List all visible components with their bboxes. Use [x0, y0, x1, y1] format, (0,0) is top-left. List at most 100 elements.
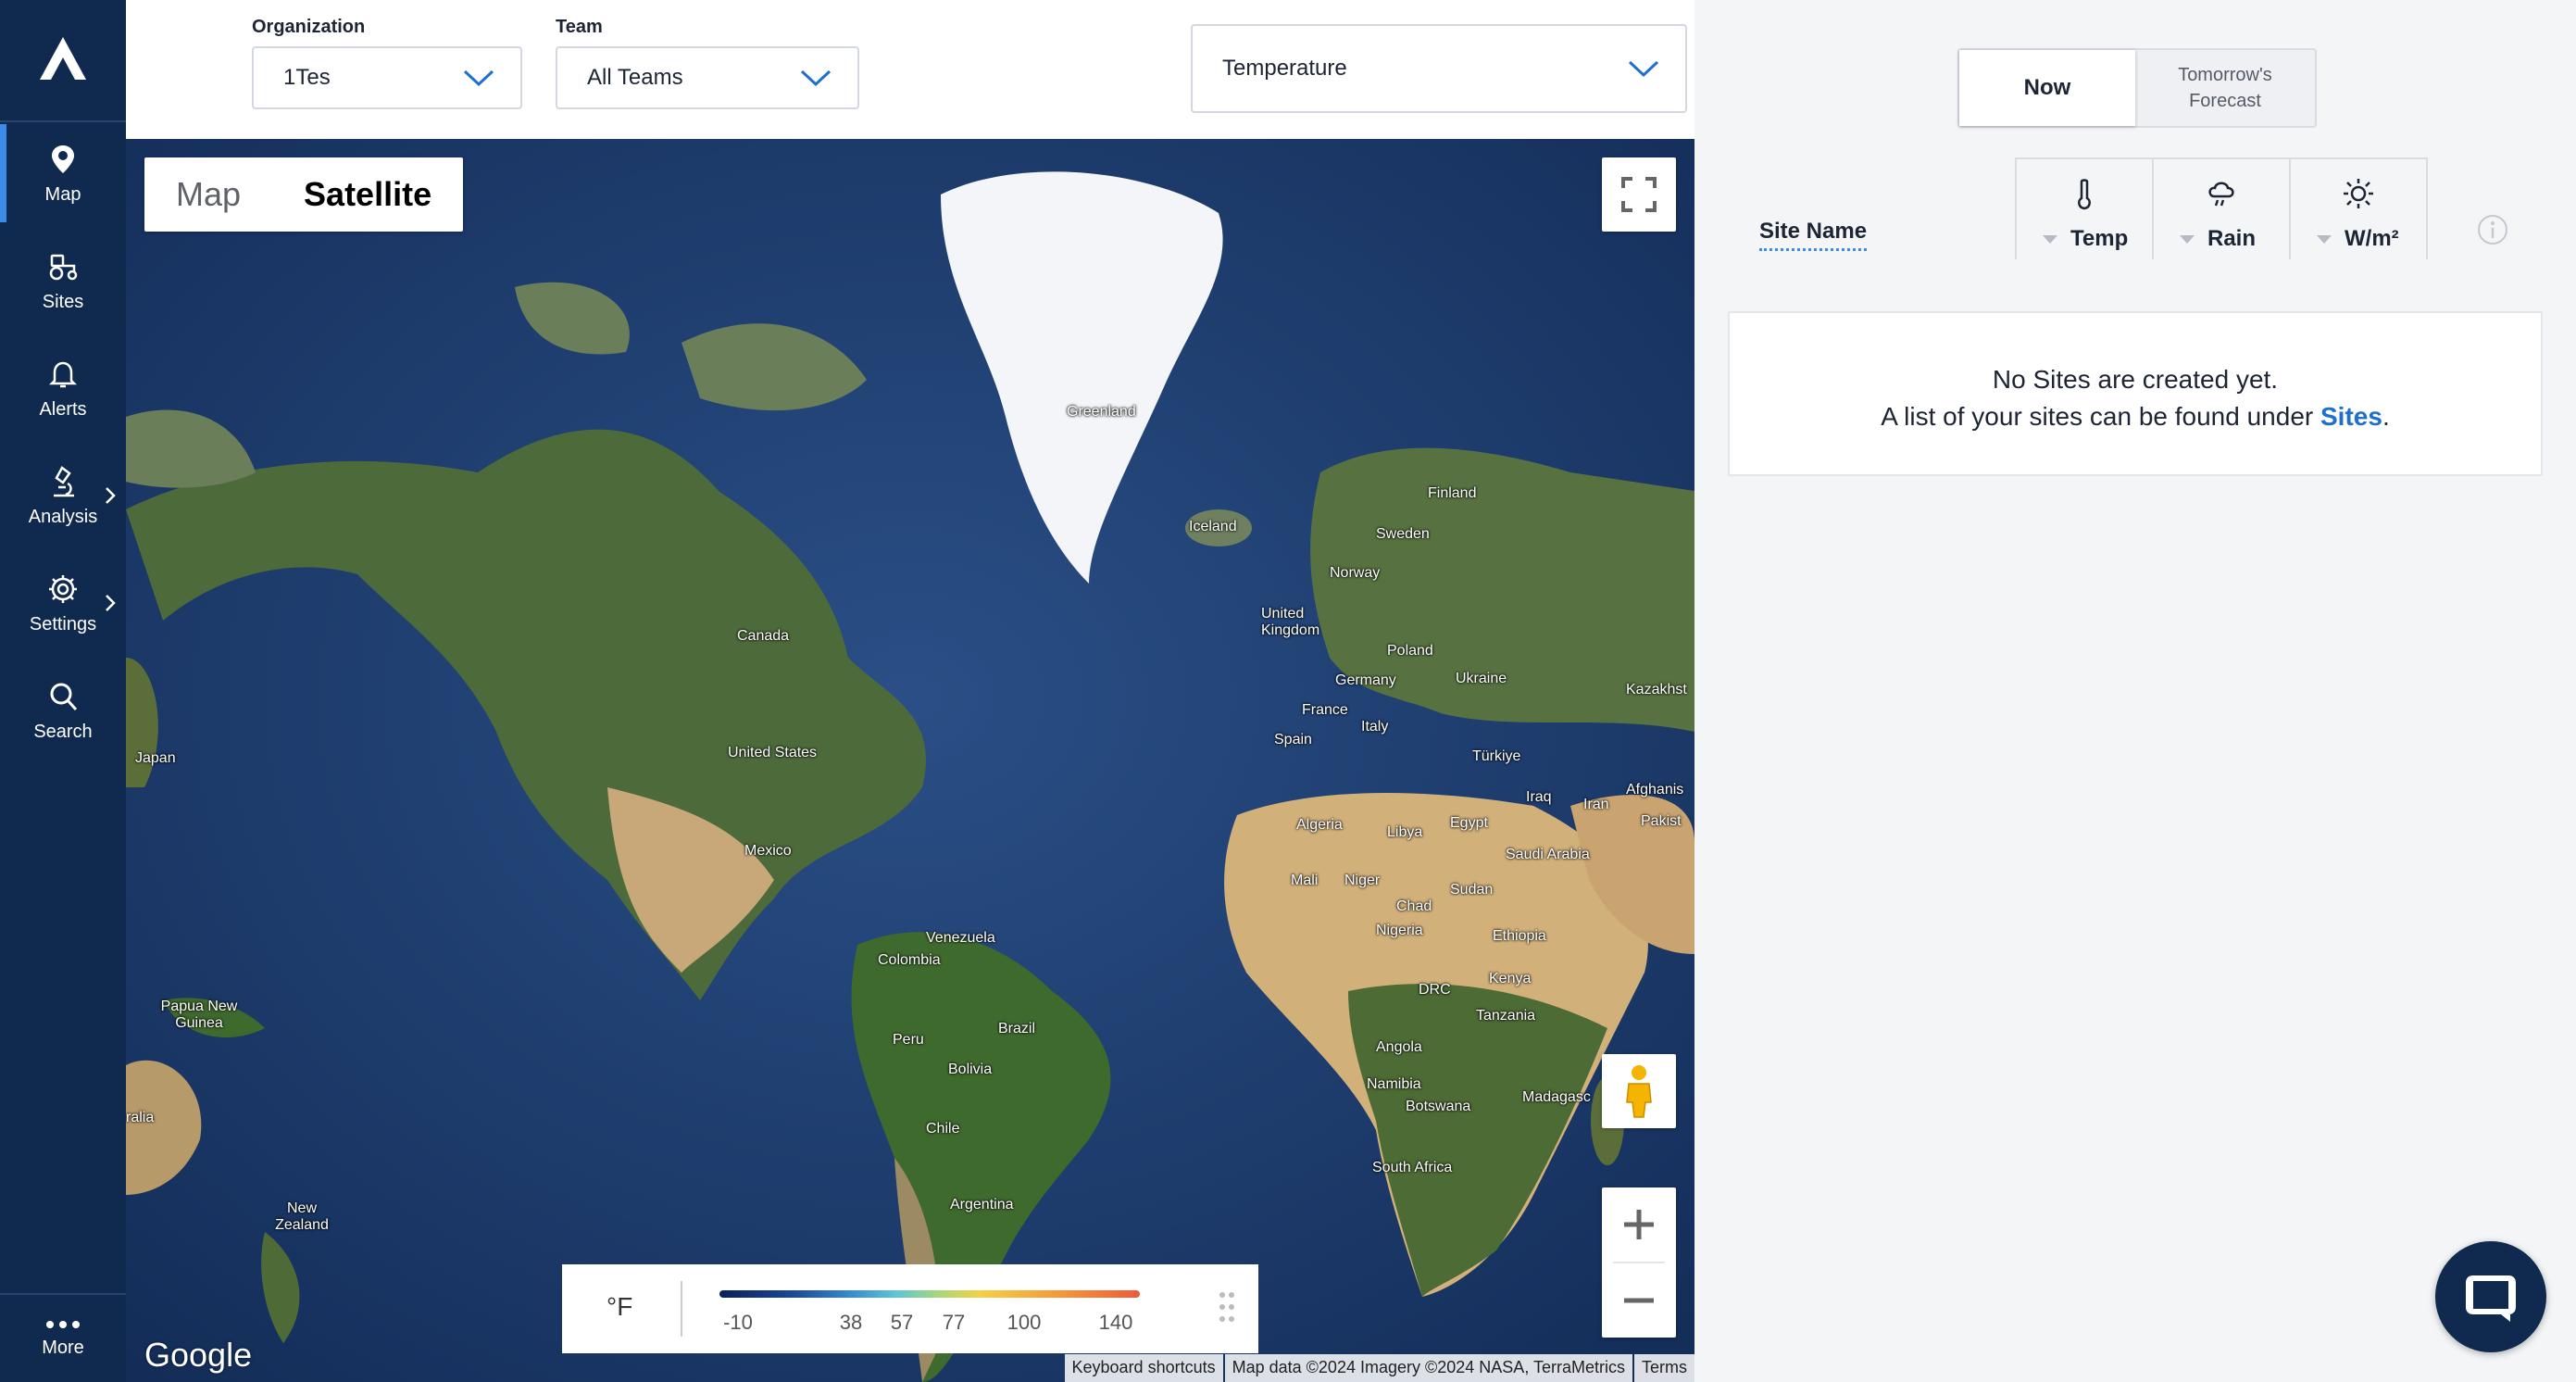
legend-tick: 77	[942, 1311, 966, 1334]
chat-bubble-icon	[2466, 1275, 2516, 1322]
map-label: Angola	[1376, 1039, 1422, 1055]
map-label: Sweden	[1376, 526, 1430, 542]
sites-link[interactable]: Sites	[2320, 402, 2382, 431]
empty-message-line1: No Sites are created yet.	[1992, 365, 2279, 394]
map-label: Nigeria	[1376, 923, 1423, 938]
sidebar-item-settings[interactable]: Settings	[0, 552, 126, 654]
sidebar: Map Sites Alerts Analysis Settings Searc…	[0, 0, 126, 1382]
temperature-legend: °F -10 38 57 77 100 140	[562, 1264, 1258, 1353]
sidebar-item-label: Map	[44, 184, 81, 205]
fullscreen-button[interactable]	[1602, 157, 1676, 232]
map-label: Mexico	[744, 843, 792, 859]
sidebar-item-alerts[interactable]: Alerts	[0, 337, 126, 439]
layer-select[interactable]: Temperature	[1191, 24, 1687, 113]
map-label: Chad	[1396, 898, 1432, 914]
sidebar-item-sites[interactable]: Sites	[0, 230, 126, 332]
legend-unit: °F	[606, 1292, 633, 1321]
map-label: Greenland	[1067, 404, 1136, 420]
team-label: Team	[556, 17, 603, 37]
info-icon[interactable]	[2476, 213, 2509, 246]
tractor-icon	[44, 248, 81, 285]
temp-column-header[interactable]: Temp	[2015, 157, 2154, 259]
map-label: Canada	[737, 628, 790, 644]
map-type-toggle: Map Satellite	[144, 157, 464, 232]
site-name-column-header[interactable]: Site Name	[1759, 219, 1868, 251]
map-label: Afghanis	[1626, 782, 1684, 798]
map-label: Türkiye	[1472, 748, 1521, 764]
fullscreen-icon	[1621, 177, 1657, 212]
team-select[interactable]: All Teams	[556, 46, 859, 109]
chevron-down-icon	[463, 69, 494, 87]
chevron-right-icon	[106, 487, 116, 504]
plus-icon	[1624, 1210, 1654, 1239]
map-label: Iraq	[1526, 789, 1552, 805]
bell-icon	[44, 356, 81, 393]
map-label: Libya	[1387, 824, 1423, 840]
sun-icon	[2291, 178, 2426, 215]
map-label: Mali	[1291, 873, 1319, 888]
layer-value: Temperature	[1222, 56, 1347, 81]
chevron-right-icon	[106, 595, 116, 611]
map-label: Iran	[1583, 797, 1609, 812]
map-label: ralia	[126, 1110, 155, 1125]
tomorrow-forecast-button[interactable]: Tomorrow's Forecast	[2135, 50, 2315, 126]
map-type-satellite-button[interactable]: Satellite	[272, 157, 463, 232]
sidebar-item-analysis[interactable]: Analysis	[0, 445, 126, 547]
sidebar-item-more[interactable]: More	[0, 1293, 126, 1382]
rain-column-header[interactable]: Rain	[2152, 157, 2291, 259]
map-label: Peru	[893, 1032, 924, 1048]
map-label: Japan	[135, 750, 176, 766]
street-view-button[interactable]	[1602, 1054, 1676, 1128]
map-label: Spain	[1274, 732, 1312, 748]
legend-tick: 100	[1007, 1311, 1042, 1334]
sort-arrow-icon	[2317, 235, 2332, 244]
map-label: Ethiopia	[1493, 928, 1546, 944]
sidebar-item-search[interactable]: Search	[0, 660, 126, 761]
map-label: Egypt	[1450, 815, 1488, 831]
zoom-control	[1602, 1187, 1676, 1338]
legend-tick: 140	[1098, 1311, 1133, 1334]
map-label: Norway	[1330, 565, 1381, 581]
legend-divider	[681, 1281, 682, 1337]
map-label: Chile	[926, 1121, 960, 1137]
sidebar-item-map[interactable]: Map	[0, 122, 126, 224]
map-label: Pakist	[1641, 813, 1682, 829]
keyboard-shortcuts-link[interactable]: Keyboard shortcuts	[1064, 1354, 1223, 1382]
sort-arrow-icon	[2043, 235, 2057, 244]
terms-link[interactable]: Terms	[1634, 1354, 1694, 1382]
chat-button[interactable]	[2435, 1241, 2546, 1352]
satellite-map[interactable]: Greenland Iceland Finland Sweden Norway …	[126, 139, 1694, 1382]
metric-label: Temp	[2070, 226, 2129, 251]
team-value: All Teams	[587, 65, 683, 90]
sidebar-item-label: Sites	[42, 292, 84, 312]
zoom-out-button[interactable]	[1602, 1263, 1676, 1338]
now-button[interactable]: Now	[1959, 50, 2135, 126]
chevron-down-icon	[1628, 60, 1659, 78]
organization-select[interactable]: 1Tes	[252, 46, 522, 109]
time-toggle: Now Tomorrow's Forecast	[1957, 48, 2317, 128]
map-label: Iceland	[1189, 519, 1237, 534]
map-label: Argentina	[950, 1197, 1014, 1212]
map-label: Algeria	[1296, 817, 1343, 833]
map-label: Colombia	[878, 952, 941, 968]
map-type-map-button[interactable]: Map	[144, 157, 272, 232]
app-logo[interactable]	[0, 0, 126, 122]
zoom-in-button[interactable]	[1602, 1187, 1676, 1262]
map-label: Brazil	[998, 1021, 1036, 1036]
sidebar-item-label: More	[42, 1337, 84, 1358]
legend-tick: -10	[723, 1311, 753, 1334]
sites-panel: Now Tomorrow's Forecast Site Name Temp R…	[1694, 0, 2576, 1382]
map-label: Bolivia	[948, 1062, 993, 1077]
radiation-column-header[interactable]: W/m²	[2289, 157, 2428, 259]
map-label: Poland	[1387, 643, 1433, 659]
rain-cloud-icon	[2154, 178, 2289, 215]
map-attribution: Keyboard shortcuts Map data ©2024 Imager…	[1063, 1354, 1694, 1382]
empty-message-text: A list of your sites can be found under	[1881, 402, 2320, 431]
sidebar-item-label: Analysis	[28, 507, 98, 527]
map-label: Kazakhst	[1626, 682, 1687, 697]
map-label: Ukraine	[1456, 671, 1507, 686]
map-label: Madagasc	[1522, 1089, 1591, 1105]
drag-handle-icon[interactable]	[1218, 1290, 1236, 1324]
map-label: Italy	[1361, 719, 1389, 735]
microscope-icon	[44, 463, 81, 500]
